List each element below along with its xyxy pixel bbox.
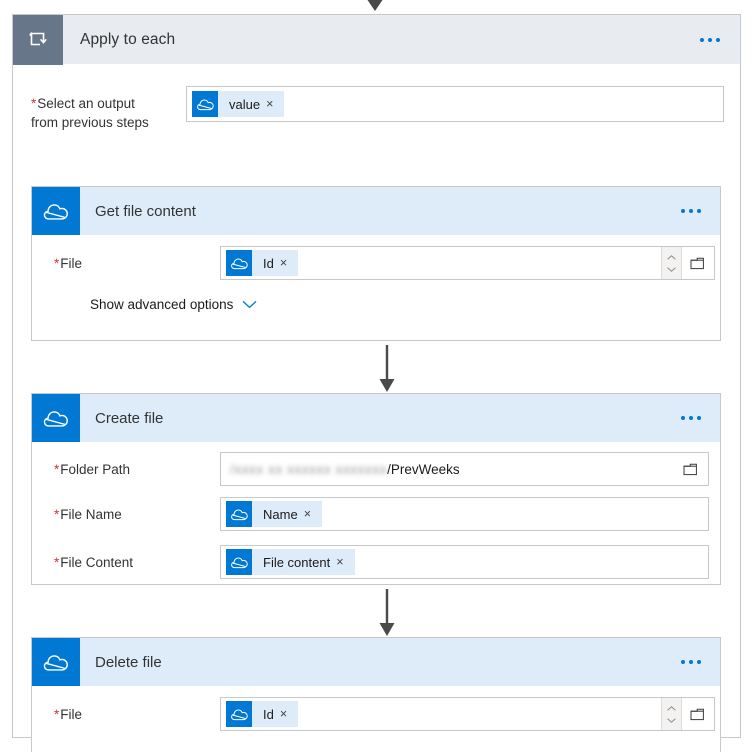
folder-path-visible: /PrevWeeks [387,461,460,477]
select-output-label: *Select an output from previous steps [31,86,186,132]
delete-file-file-input[interactable]: Id × [220,697,715,731]
select-output-label-line2: from previous steps [31,115,149,130]
token-id[interactable]: Id × [226,250,299,276]
action-card-get-file-content: Get file content *File Id × Show advance… [31,186,721,341]
loop-arrow-icon [13,14,63,65]
get-file-content-title: Get file content [95,202,196,220]
delete-file-header[interactable]: Delete file [32,638,720,686]
token-id-remove-icon[interactable]: × [280,708,298,721]
get-file-content-file-label: *File [54,256,220,271]
token-id-label: Id [263,255,274,271]
delete-file-ellipsis-icon[interactable] [677,654,705,670]
required-marker: * [54,554,60,570]
apply-to-each-header[interactable]: Apply to each [13,14,740,65]
select-output-input[interactable]: value × [186,86,724,122]
required-marker: * [54,461,60,477]
required-marker: * [31,96,37,111]
onedrive-cloud-icon [226,549,252,575]
onedrive-cloud-icon [32,187,80,235]
field-label-text: File [60,706,83,722]
delete-file-title: Delete file [95,653,162,671]
show-advanced-options-label: Show advanced options [90,296,234,312]
delete-file-body: *File Id × [32,686,720,734]
token-name[interactable]: Name × [226,501,322,527]
select-output-row: *Select an output from previous steps va… [13,64,740,132]
apply-to-each-title: Apply to each [80,30,176,48]
create-file-file-content-row: *File Content File content × [32,538,720,586]
arrow-into-scope-icon [367,0,383,11]
token-name-remove-icon[interactable]: × [304,508,322,521]
file-stepper[interactable] [661,247,681,279]
required-marker: * [54,506,60,522]
chevron-down-icon [667,717,676,723]
field-label-text: File [60,255,83,271]
create-file-file-content-input[interactable]: File content × [220,545,709,579]
delete-file-file-label: *File [54,707,220,722]
show-advanced-options-toggle[interactable]: Show advanced options [32,283,720,325]
create-file-title: Create file [95,409,164,427]
onedrive-cloud-icon [32,394,80,442]
create-file-ellipsis-icon[interactable] [677,410,705,426]
arrow-get-to-create-icon [379,345,395,392]
required-marker: * [54,255,60,271]
folder-picker-icon[interactable] [681,247,714,279]
field-label-text: Folder Path [60,461,131,477]
token-value-label: value [229,96,261,112]
get-file-content-file-row: *File Id × [32,235,720,283]
folder-path-value: /xxxx xx xxxxxx xxxxxxx/PrevWeeks [221,462,460,477]
token-file-content-remove-icon[interactable]: × [336,556,354,569]
onedrive-cloud-icon [226,501,252,527]
token-id[interactable]: Id × [226,701,299,727]
create-file-folder-path-label: *Folder Path [54,462,220,477]
create-file-header[interactable]: Create file [32,394,720,442]
token-id-remove-icon[interactable]: × [280,257,298,270]
action-card-delete-file: Delete file *File Id × [31,637,721,752]
folder-picker-icon[interactable] [674,453,708,485]
token-name-label: Name [263,506,298,522]
create-file-folder-path-row: *Folder Path /xxxx xx xxxxxx xxxxxxx/Pre… [32,442,720,490]
chevron-up-icon [667,254,676,260]
onedrive-cloud-icon [226,250,252,276]
get-file-content-header[interactable]: Get file content [32,187,720,235]
file-stepper[interactable] [661,698,681,730]
folder-picker-icon[interactable] [681,698,714,730]
delete-file-file-row: *File Id × [32,686,720,734]
create-file-body: *Folder Path /xxxx xx xxxxxx xxxxxxx/Pre… [32,442,720,586]
get-file-content-body: *File Id × Show advanced options [32,235,720,325]
chevron-down-icon [667,266,676,272]
arrow-create-to-delete-icon [379,589,395,636]
flow-designer-canvas: Apply to each *Select an output from pre… [0,0,753,752]
folder-path-redacted: /xxxx xx xxxxxx xxxxxxx [230,461,388,477]
token-id-label: Id [263,706,274,722]
create-file-file-name-row: *File Name Name × [32,490,720,538]
onedrive-cloud-icon [32,638,80,686]
create-file-folder-path-input[interactable]: /xxxx xx xxxxxx xxxxxxx/PrevWeeks [220,452,709,486]
apply-to-each-scope: Apply to each *Select an output from pre… [12,14,741,752]
get-file-content-ellipsis-icon[interactable] [677,203,705,219]
token-value-remove-icon[interactable]: × [266,98,284,111]
create-file-file-content-label: *File Content [54,555,220,570]
token-file-content[interactable]: File content × [226,549,355,575]
action-card-create-file: Create file *Folder Path /xxxx xx xxxxxx… [31,393,721,585]
get-file-content-file-input[interactable]: Id × [220,246,715,280]
chevron-up-icon [667,705,676,711]
create-file-file-name-label: *File Name [54,507,220,522]
select-output-label-line1: Select an output [37,96,135,111]
create-file-file-name-input[interactable]: Name × [220,497,709,531]
apply-to-each-ellipsis-icon[interactable] [696,32,724,48]
field-label-text: File Name [60,506,122,522]
apply-to-each-body: *Select an output from previous steps va… [13,64,740,752]
onedrive-cloud-icon [226,701,252,727]
token-value[interactable]: value × [192,91,285,117]
chevron-down-icon [242,300,257,308]
token-file-content-label: File content [263,554,331,570]
required-marker: * [54,706,60,722]
field-label-text: File Content [60,554,134,570]
onedrive-cloud-icon [192,91,218,117]
